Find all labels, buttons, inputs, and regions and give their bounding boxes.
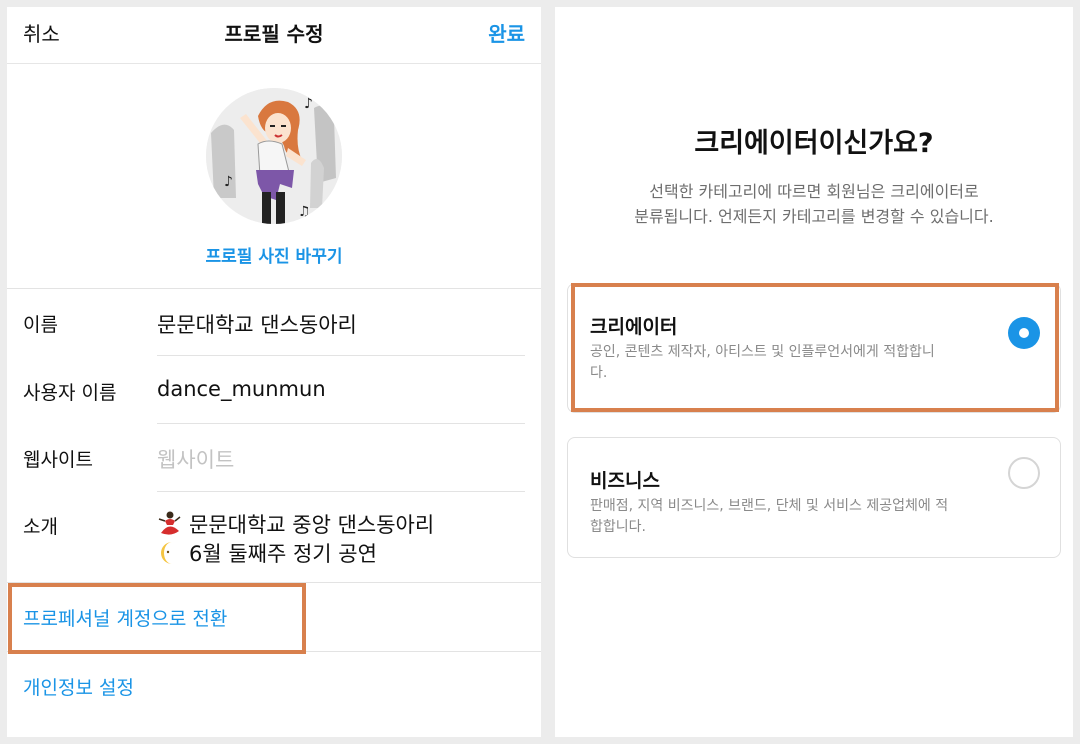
name-field[interactable]: 문문대학교 댄스동아리 (157, 309, 357, 339)
business-radio[interactable] (1008, 457, 1040, 489)
option-title: 비즈니스 (590, 470, 660, 492)
page-title: 프로필 수정 (224, 22, 324, 46)
bio-line-1: 문문대학교 중앙 댄스동아리 (189, 513, 435, 537)
bio-line-2: 6월 둘째주 정기 공연 (189, 542, 377, 566)
done-button[interactable]: 완료 (488, 18, 525, 47)
crescent-moon-emoji-icon (161, 542, 172, 564)
divider (157, 423, 525, 424)
dancer-emoji-icon (158, 511, 181, 535)
name-label: 이름 (23, 314, 58, 336)
highlight-box (8, 583, 306, 654)
username-field[interactable]: dance_munmun (157, 377, 326, 401)
svg-text:♪: ♪ (224, 174, 233, 190)
edit-profile-header: 취소 프로필 수정 완료 (7, 7, 541, 64)
divider (7, 288, 541, 289)
svg-text:♪: ♪ (304, 96, 313, 112)
privacy-settings-link[interactable]: 개인정보 설정 (23, 673, 134, 700)
bio-field-line-2[interactable]: 6월 둘째주 정기 공연 (157, 538, 377, 568)
divider (157, 355, 525, 356)
account-type-subtitle-line-2: 분류됩니다. 언제든지 카테고리를 변경할 수 있습니다. (634, 207, 994, 226)
highlight-box (571, 283, 1059, 412)
profile-avatar[interactable]: ♪ ♪ ♫ (206, 88, 342, 224)
account-type-subtitle-line-1: 선택한 카테고리에 따르면 회원님은 크리에이터로 (649, 182, 979, 201)
divider (157, 491, 525, 492)
website-label: 웹사이트 (23, 449, 93, 471)
username-label: 사용자 이름 (23, 382, 117, 404)
bio-label: 소개 (23, 516, 58, 538)
dancer-illustration-icon: ♪ ♪ ♫ (206, 88, 342, 224)
account-type-title: 크리에이터이신가요? (694, 128, 934, 159)
change-profile-photo-link[interactable]: 프로필 사진 바꾸기 (7, 242, 541, 267)
bio-field[interactable]: 문문대학교 중앙 댄스동아리 (157, 509, 434, 539)
business-option[interactable]: 비즈니스 판매점, 지역 비즈니스, 브랜드, 단체 및 서비스 제공업체에 적… (567, 437, 1061, 558)
svg-text:♫: ♫ (298, 204, 311, 220)
website-field[interactable]: 웹사이트 (157, 444, 234, 474)
option-description: 판매점, 지역 비즈니스, 브랜드, 단체 및 서비스 제공업체에 적 합합니다… (590, 498, 949, 535)
